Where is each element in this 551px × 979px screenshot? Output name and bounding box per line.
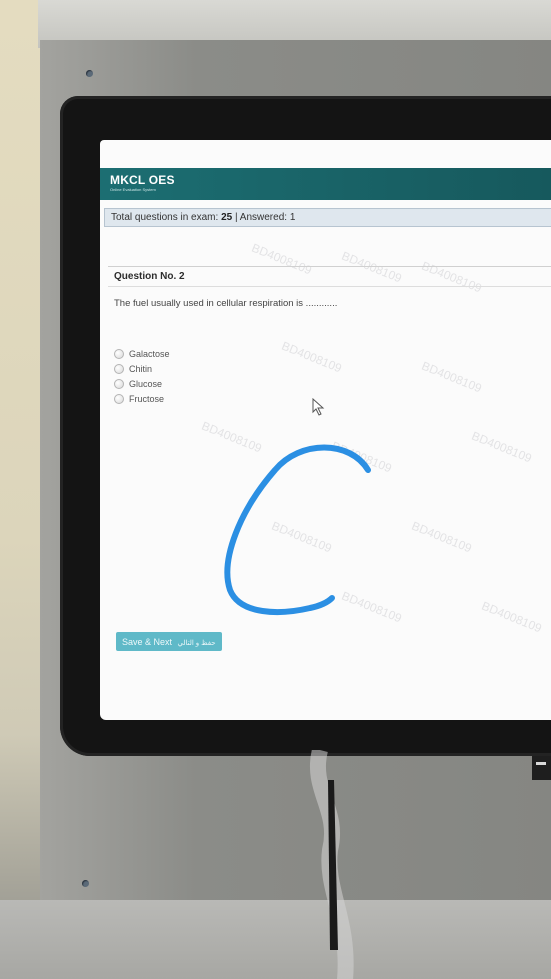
handwritten-c-annotation-icon <box>224 444 371 615</box>
cabinet-bottom <box>0 900 551 979</box>
screw-icon <box>86 70 93 77</box>
screw-icon <box>82 880 89 887</box>
save-next-label-alt: حفظ و التالي <box>177 639 216 647</box>
monitor-label <box>532 756 551 780</box>
photo-scene: MKCL OES Online Evaluation System Total … <box>0 0 551 979</box>
monitor-cable-icon <box>310 750 354 979</box>
wall-strip <box>0 0 45 979</box>
